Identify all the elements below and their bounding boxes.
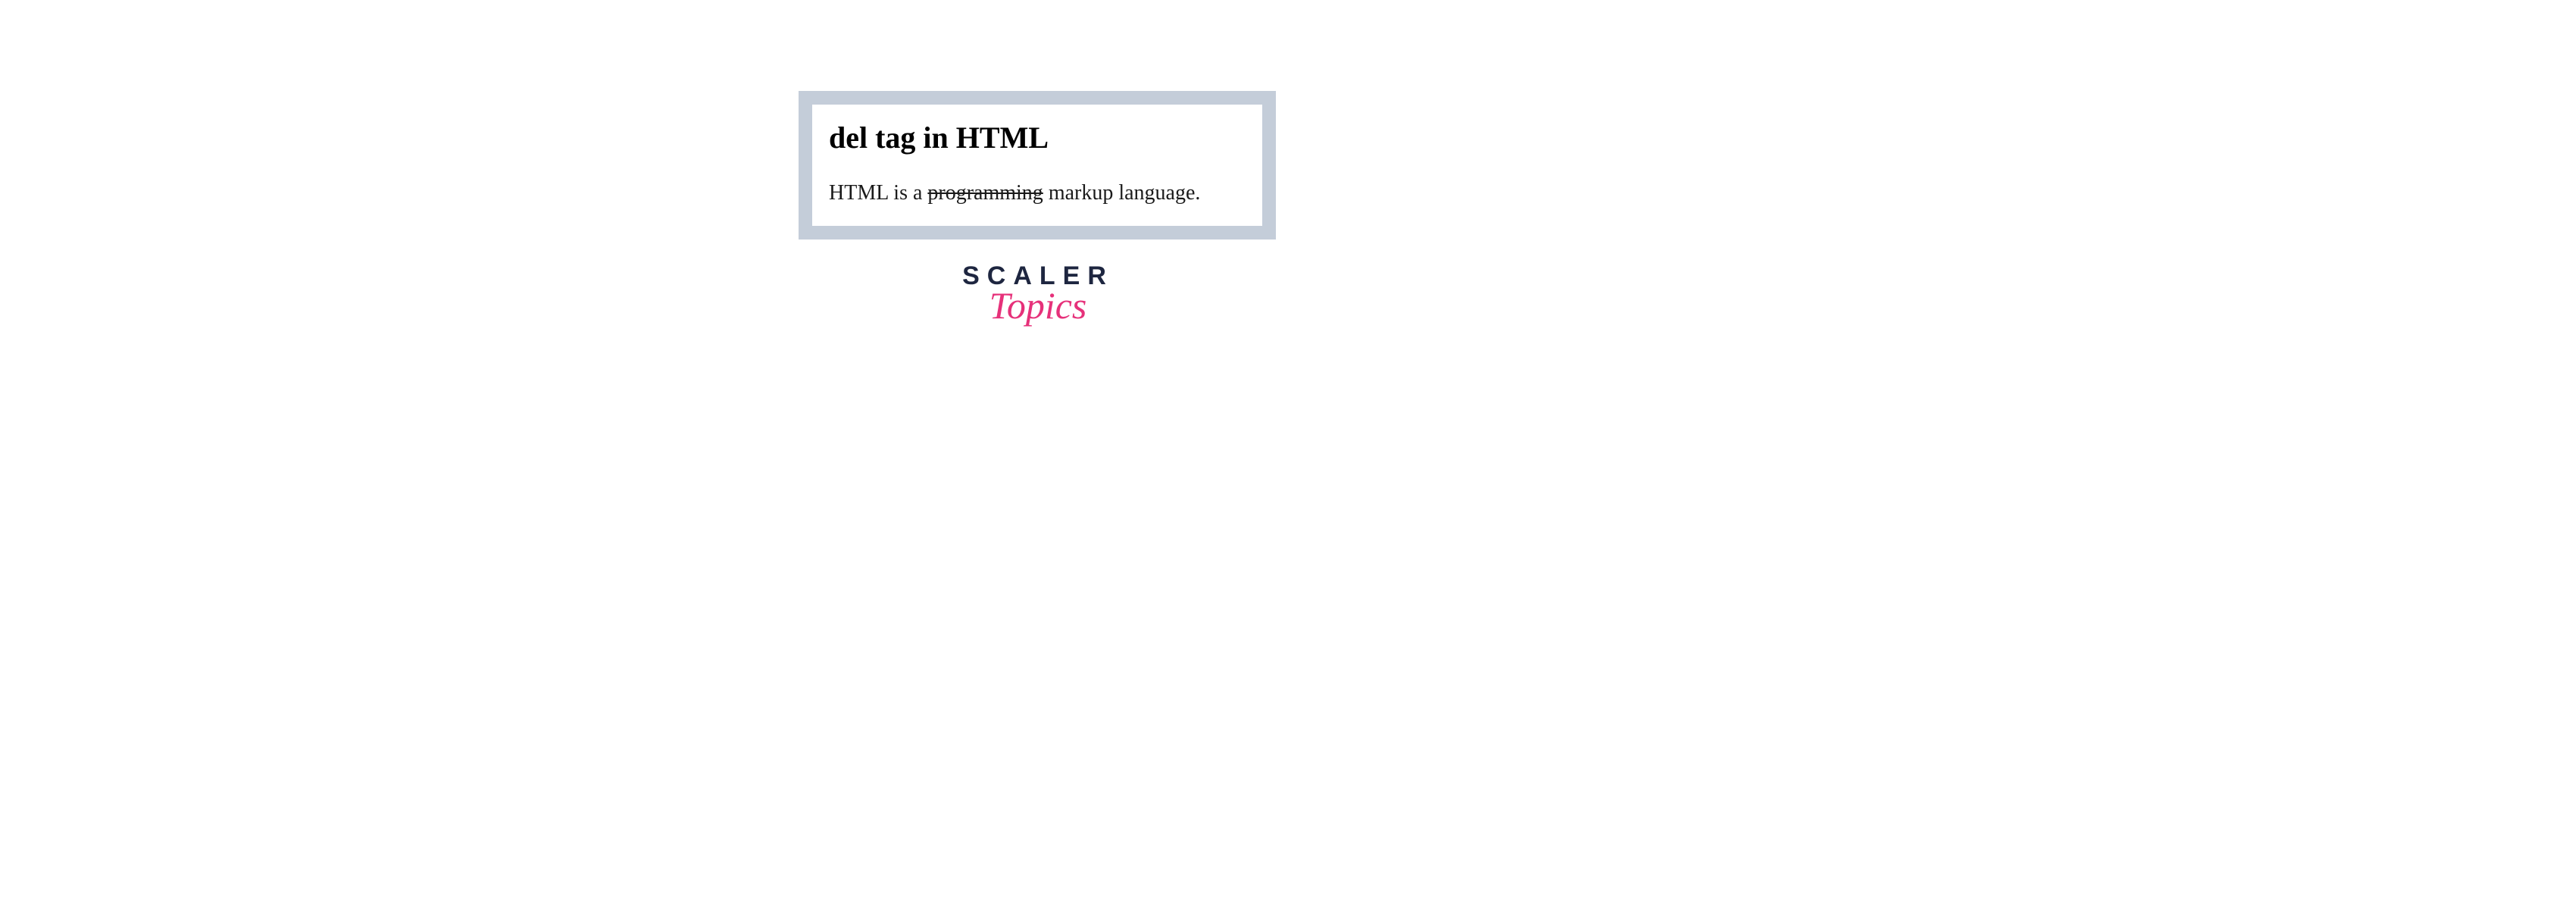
card-heading: del tag in HTML (829, 120, 1246, 155)
example-output-card: del tag in HTML HTML is a programming ma… (799, 91, 1276, 239)
scaler-topics-logo: SCALER Topics (939, 261, 1136, 327)
deleted-text: programming (927, 181, 1043, 205)
sentence-suffix: markup language. (1043, 181, 1201, 205)
card-paragraph: HTML is a programming markup language. (829, 178, 1246, 208)
sentence-prefix: HTML is a (829, 181, 927, 205)
